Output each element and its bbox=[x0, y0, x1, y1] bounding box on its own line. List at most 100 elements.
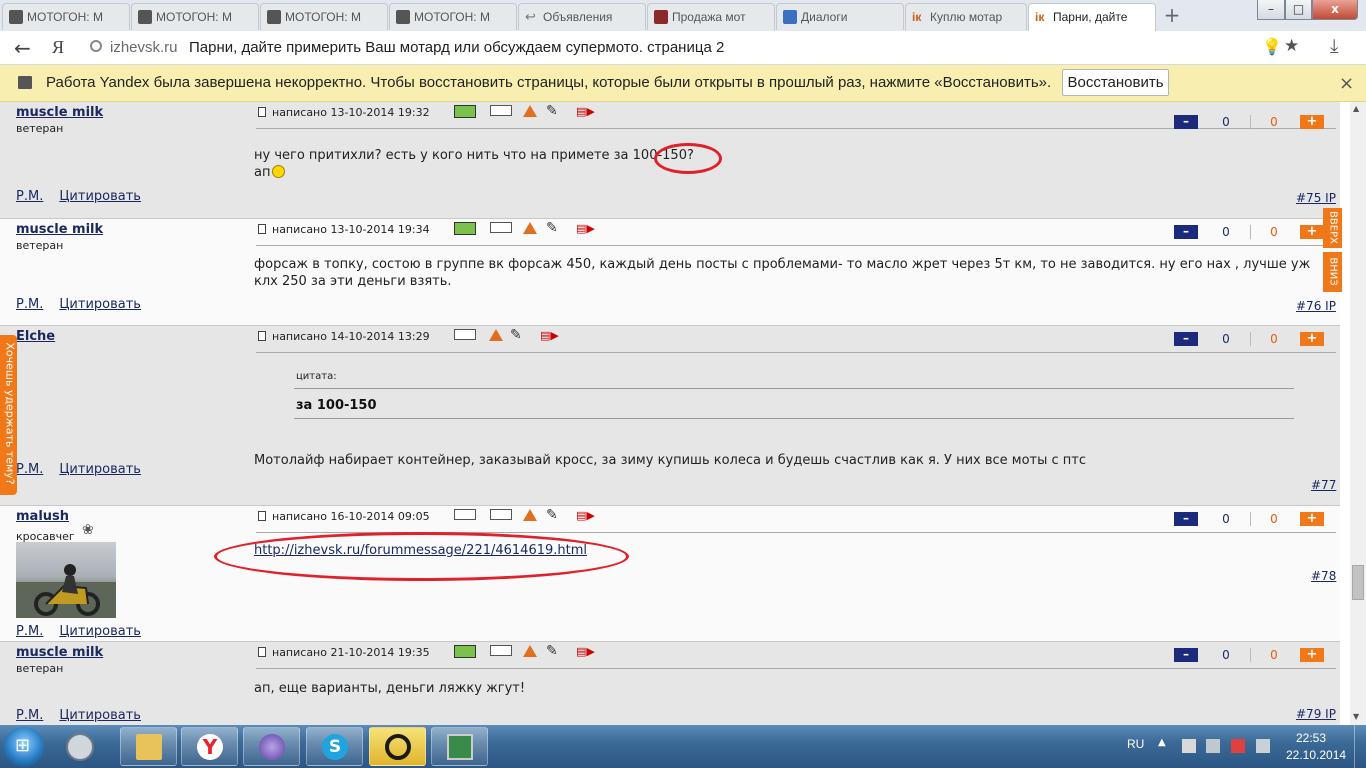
post-author[interactable]: malush bbox=[16, 509, 69, 524]
post-author[interactable]: muscle milk bbox=[16, 222, 103, 237]
pm-link[interactable]: Р.М. bbox=[16, 624, 43, 639]
tab-ads[interactable]: ↩ Объявления bbox=[518, 3, 646, 30]
vote-minus-button[interactable]: – bbox=[1174, 512, 1198, 526]
lightbulb-icon[interactable]: 💡 bbox=[1262, 37, 1282, 56]
clock-date[interactable]: 22.10.2014 bbox=[1286, 748, 1346, 762]
show-desktop-button[interactable] bbox=[1354, 725, 1366, 768]
language-indicator[interactable]: RU bbox=[1127, 737, 1144, 751]
message-icon[interactable] bbox=[490, 509, 512, 520]
mail-icon[interactable] bbox=[454, 329, 476, 340]
warning-icon[interactable] bbox=[489, 329, 503, 341]
taskbar-app[interactable] bbox=[369, 727, 426, 766]
tab-motogon-1[interactable]: МОТОГОН: М bbox=[2, 3, 130, 30]
vote-plus-button[interactable]: + bbox=[1300, 332, 1324, 346]
post-author[interactable]: Elche bbox=[16, 329, 55, 344]
download-icon[interactable]: ⤓ bbox=[1330, 35, 1338, 57]
post-number[interactable]: #76 IP bbox=[1296, 299, 1336, 313]
tray-expand-icon[interactable]: ▲ bbox=[1158, 737, 1166, 748]
vote-plus-button[interactable]: + bbox=[1300, 512, 1324, 526]
report-icon[interactable]: ▤▶ bbox=[540, 329, 559, 342]
post-number[interactable]: #78 bbox=[1311, 569, 1336, 583]
tab-dialogs[interactable]: Диалоги bbox=[776, 3, 904, 30]
restore-button[interactable]: Восстановить bbox=[1062, 69, 1169, 96]
ip-link[interactable]: IP bbox=[1325, 191, 1336, 205]
scroll-up-arrow-icon[interactable]: ▲ bbox=[1353, 104, 1359, 113]
edit-icon[interactable]: ✎ bbox=[510, 328, 526, 342]
post-number[interactable]: #77 bbox=[1311, 478, 1336, 492]
quote-link[interactable]: Цитировать bbox=[59, 624, 141, 639]
taskbar-yandex-browser[interactable]: Y bbox=[181, 727, 238, 766]
tray-network-icon[interactable] bbox=[1182, 739, 1196, 753]
vote-plus-button[interactable]: + bbox=[1300, 648, 1324, 662]
yandex-logo[interactable]: Я bbox=[52, 37, 64, 58]
post-author[interactable]: muscle milk bbox=[16, 105, 103, 120]
clock-time[interactable]: 22:53 bbox=[1296, 731, 1326, 745]
vote-minus-button[interactable]: – bbox=[1174, 225, 1198, 239]
close-icon[interactable]: × bbox=[1339, 73, 1354, 94]
phone-icon[interactable] bbox=[454, 645, 476, 658]
taskbar-monitor[interactable] bbox=[431, 727, 488, 766]
ip-link[interactable]: IP bbox=[1325, 299, 1336, 313]
pm-link[interactable]: Р.М. bbox=[16, 462, 43, 477]
start-button[interactable]: ⊞ bbox=[4, 727, 44, 767]
taskbar-skype[interactable]: S bbox=[306, 727, 363, 766]
address-page-title[interactable]: Парни, дайте примерить Ваш мотард или об… bbox=[189, 39, 724, 56]
tab-buy-motard[interactable]: ік Куплю мотар bbox=[905, 3, 1027, 30]
mail-icon[interactable] bbox=[454, 509, 476, 520]
pm-link[interactable]: Р.М. bbox=[16, 189, 43, 204]
post-author[interactable]: muscle milk bbox=[16, 645, 103, 660]
tab-motogon-3[interactable]: МОТОГОН: М bbox=[260, 3, 388, 30]
pm-link[interactable]: Р.М. bbox=[16, 297, 43, 312]
tray-alert-icon[interactable] bbox=[1231, 739, 1245, 753]
pm-link[interactable]: Р.М. bbox=[16, 708, 43, 723]
quote-link[interactable]: Цитировать bbox=[59, 297, 141, 312]
address-domain[interactable]: izhevsk.ru bbox=[110, 39, 178, 56]
post-number[interactable]: #75 IP bbox=[1296, 191, 1336, 205]
edit-icon[interactable]: ✎ bbox=[546, 104, 562, 118]
tab-sale[interactable]: Продажа мот bbox=[647, 3, 775, 30]
tray-device-icon[interactable] bbox=[1206, 739, 1220, 753]
vote-minus-button[interactable]: – bbox=[1174, 115, 1198, 129]
edit-icon[interactable]: ✎ bbox=[546, 221, 562, 235]
scroll-down-arrow-icon[interactable]: ▼ bbox=[1353, 712, 1359, 721]
warning-icon[interactable] bbox=[523, 222, 537, 234]
tray-volume-icon[interactable] bbox=[1256, 739, 1270, 753]
edit-icon[interactable]: ✎ bbox=[546, 508, 562, 522]
scrollbar-thumb[interactable] bbox=[1352, 565, 1364, 600]
tab-active-thread[interactable]: ік Парни, дайте bbox=[1028, 3, 1156, 31]
new-tab-button[interactable]: + bbox=[1161, 4, 1183, 26]
edit-icon[interactable]: ✎ bbox=[546, 644, 562, 658]
report-icon[interactable]: ▤▶ bbox=[576, 645, 595, 658]
warning-icon[interactable] bbox=[523, 509, 537, 521]
vote-minus-button[interactable]: – bbox=[1174, 332, 1198, 346]
phone-icon[interactable] bbox=[454, 105, 476, 118]
library-icon[interactable] bbox=[66, 733, 94, 761]
mail-icon[interactable] bbox=[490, 222, 512, 233]
vote-plus-button[interactable]: + bbox=[1300, 225, 1324, 239]
vertical-scrollbar[interactable]: ▲ ▼ bbox=[1350, 102, 1366, 725]
maximize-button[interactable]: □ bbox=[1285, 0, 1312, 20]
quote-link[interactable]: Цитировать bbox=[59, 189, 141, 204]
vote-minus-button[interactable]: – bbox=[1174, 648, 1198, 662]
report-icon[interactable]: ▤▶ bbox=[576, 222, 595, 235]
quote-link[interactable]: Цитировать bbox=[59, 708, 141, 723]
minimize-button[interactable]: – bbox=[1257, 0, 1285, 20]
tab-motogon-4[interactable]: МОТОГОН: М bbox=[389, 3, 517, 30]
tab-motogon-2[interactable]: МОТОГОН: М bbox=[131, 3, 259, 30]
taskbar-media[interactable] bbox=[243, 727, 300, 766]
scroll-down-side-tab[interactable]: ВНИЗ bbox=[1323, 252, 1342, 292]
vote-plus-button[interactable]: + bbox=[1300, 115, 1324, 129]
scroll-up-side-tab[interactable]: ВВЕРХ bbox=[1323, 208, 1342, 248]
taskbar-explorer[interactable] bbox=[120, 727, 177, 766]
post-number[interactable]: #79 IP bbox=[1296, 707, 1336, 721]
bookmark-star-icon[interactable]: ★ bbox=[1284, 36, 1299, 56]
avatar[interactable] bbox=[16, 542, 116, 618]
warning-icon[interactable] bbox=[523, 645, 537, 657]
report-icon[interactable]: ▤▶ bbox=[576, 105, 595, 118]
mail-icon[interactable] bbox=[490, 105, 512, 116]
back-arrow-icon[interactable]: ← bbox=[14, 36, 31, 60]
report-icon[interactable]: ▤▶ bbox=[576, 509, 595, 522]
quote-link[interactable]: Цитировать bbox=[59, 462, 141, 477]
keep-topic-side-tab[interactable]: Хочешь удержать тему? bbox=[0, 335, 17, 495]
phone-icon[interactable] bbox=[454, 222, 476, 235]
